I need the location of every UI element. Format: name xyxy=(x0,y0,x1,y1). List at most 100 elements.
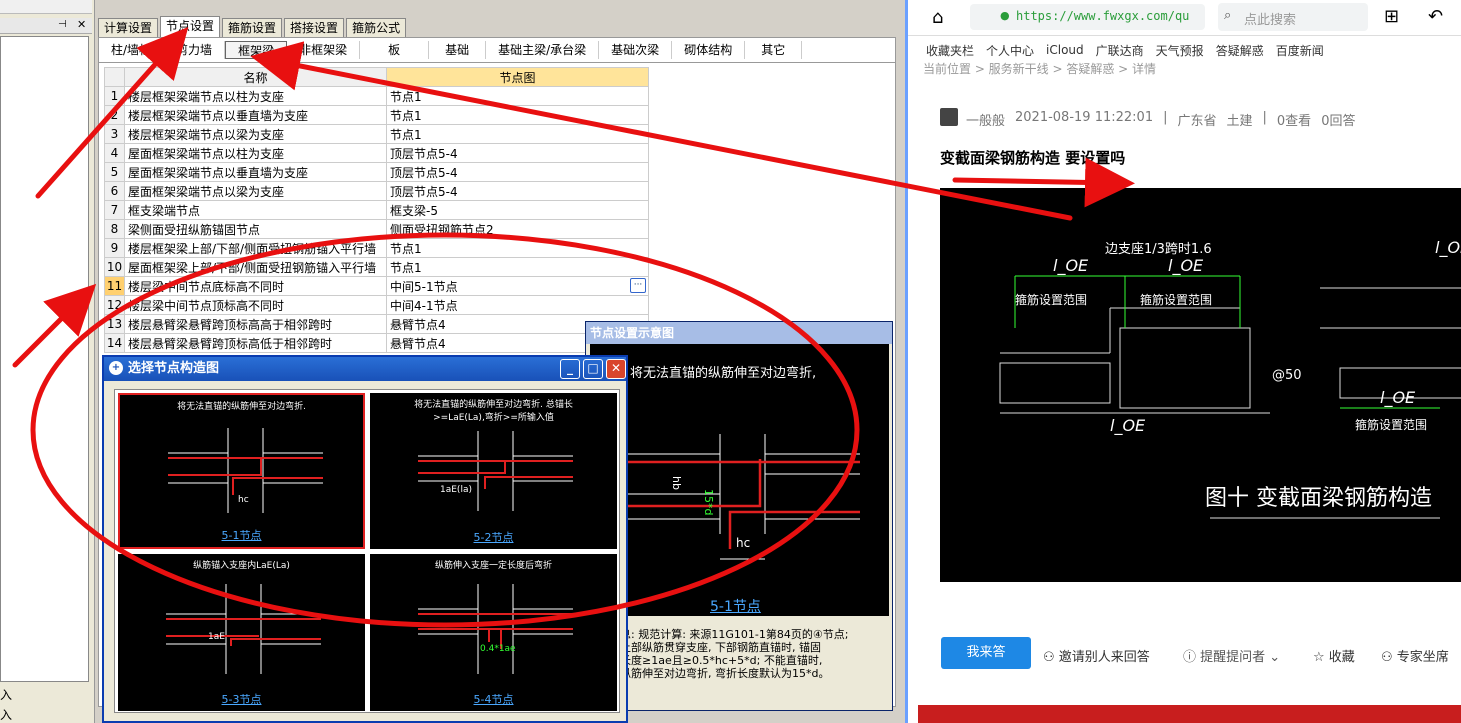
row-diagram-value[interactable]: 节点1 xyxy=(386,257,649,277)
table-row[interactable]: 3 楼层框架梁端节点以梁为支座 节点1 xyxy=(104,124,649,144)
node-option-5-1[interactable]: 将无法直锚的纵筋伸至对边弯折. hc 5-1节点 xyxy=(118,393,365,549)
table-row[interactable]: 4 屋面框架梁端节点以柱为支座 顶层节点5-4 xyxy=(104,143,649,163)
row-diagram-value[interactable]: 节点1 xyxy=(386,105,649,125)
node-option-5-2[interactable]: 将无法直锚的纵筋伸至对边弯折. 总锚长>=LaE(La),弯折>=所输入值 1a… xyxy=(370,393,617,549)
row-diagram-value[interactable]: 顶层节点5-4 xyxy=(386,162,649,182)
preview-note-line-1: 息: 规范计算: 来源11G101-1第84页的④节点; xyxy=(620,628,849,641)
post-drawing-image[interactable]: 边支座1/3跨时1.6 l_OE l_OE 箍筋设置范围 箍筋设置范围 @50 … xyxy=(940,188,1461,582)
subtab-foundation-secondary-beam[interactable]: 基础次梁 xyxy=(599,41,673,59)
table-row[interactable]: 7 框支梁端节点 框支梁-5 xyxy=(104,200,649,220)
undo-icon[interactable]: ↶ xyxy=(1428,6,1443,27)
table-row[interactable]: 14 楼层悬臂梁悬臂跨顶标高低于相邻跨时 悬臂节点4 xyxy=(104,333,649,353)
left-footer-1: 入 xyxy=(0,688,13,702)
lock-icon: ● xyxy=(1000,9,1010,22)
left-toolbar xyxy=(0,0,92,14)
tab-node-settings[interactable]: 节点设置 xyxy=(160,16,221,38)
tab-stirrup-formula[interactable]: 箍筋公式 xyxy=(346,18,407,38)
subtab-non-frame-beam[interactable]: 非框架梁 xyxy=(287,41,361,59)
bottom-banner[interactable] xyxy=(918,705,1461,723)
pin-icon[interactable]: ⊣ xyxy=(58,19,67,30)
table-row[interactable]: 6 屋面框架梁端节点以梁为支座 顶层节点5-4 xyxy=(104,181,649,201)
minimize-icon[interactable]: _ xyxy=(560,359,580,379)
grid-apps-icon[interactable]: ⊞ xyxy=(1384,6,1399,27)
answer-button[interactable]: 我来答 xyxy=(941,637,1031,669)
maximize-icon[interactable]: □ xyxy=(583,359,603,379)
row-diagram-text: 侧面受扭钢筋节点2 xyxy=(390,222,494,237)
subtab-foundation[interactable]: 基础 xyxy=(429,41,487,59)
ellipsis-button[interactable]: ··· xyxy=(630,278,646,293)
row-number: 5 xyxy=(104,162,125,182)
left-tree-panel: 置 ⊣ ✕ 入 入 xyxy=(0,0,95,723)
collect-link[interactable]: ☆ 收藏 xyxy=(1313,646,1355,665)
table-row[interactable]: 2 楼层框架梁端节点以垂直墙为支座 节点1 xyxy=(104,105,649,125)
bookmark-personal[interactable]: 个人中心 xyxy=(986,42,1034,59)
option-caption[interactable]: 5-3节点 xyxy=(118,691,365,707)
table-row[interactable]: 10 屋面框架梁上部/下部/侧面受扭钢筋锚入平行墙 节点1 xyxy=(104,257,649,277)
left-footer-2: 入 xyxy=(0,708,13,722)
avatar[interactable] xyxy=(940,108,958,126)
tab-calc-settings[interactable]: 计算设置 xyxy=(98,18,159,38)
row-diagram-text: 顶层节点5-4 xyxy=(390,184,458,199)
row-name: 屋面框架梁上部/下部/侧面受扭钢筋锚入平行墙 xyxy=(124,257,387,277)
table-row[interactable]: 9 楼层框架梁上部/下部/侧面受扭钢筋锚入平行墙 节点1 xyxy=(104,238,649,258)
option-drawing xyxy=(418,431,573,511)
bookmark-weather[interactable]: 天气预报 xyxy=(1156,42,1204,59)
row-diagram-value[interactable]: 节点1 xyxy=(386,124,649,144)
address-bar[interactable]: ● https://www.fwxgx.com/qu xyxy=(970,4,1205,30)
drawing-range-1: 箍筋设置范围 xyxy=(1015,293,1088,307)
invite-answer-link[interactable]: ⚇ 邀请别人来回答 xyxy=(1043,646,1150,665)
browser-window: ⌂ ● https://www.fwxgx.com/qu ⌕ 点此搜索 ⊞ ↶ … xyxy=(905,0,1461,723)
bookmark-favorites[interactable]: 收藏夹栏 xyxy=(926,42,974,59)
subtab-other[interactable]: 其它 xyxy=(745,41,803,59)
tab-lap-settings[interactable]: 搭接设置 xyxy=(284,18,345,38)
author-name[interactable]: 一般般 xyxy=(966,110,1005,129)
post-date: 2021-08-19 11:22:01 xyxy=(1015,110,1154,125)
node-option-5-3[interactable]: 纵筋锚入支座内LaE(La) 1aE 5-3节点 xyxy=(118,554,365,711)
tab-stirrup-settings[interactable]: 箍筋设置 xyxy=(222,18,283,38)
subtab-column[interactable]: 柱/墙柱 xyxy=(99,41,165,59)
subtab-masonry[interactable]: 砌体结构 xyxy=(672,41,746,59)
row-diagram-value[interactable]: 节点1 xyxy=(386,86,649,106)
close-icon[interactable]: ✕ xyxy=(77,18,86,31)
table-row[interactable]: 5 屋面框架梁端节点以垂直墙为支座 顶层节点5-4 xyxy=(104,162,649,182)
post-region: 广东省 xyxy=(1177,114,1217,129)
subtab-foundation-main-beam[interactable]: 基础主梁/承台梁 xyxy=(486,41,600,59)
subtab-shear-wall[interactable]: 剪力墙 xyxy=(164,41,226,59)
row-diagram-value[interactable]: 中间4-1节点 xyxy=(386,295,649,315)
bookmark-icloud[interactable]: iCloud xyxy=(1046,43,1084,57)
drawing-range-2: 箍筋设置范围 xyxy=(1140,293,1213,307)
subtab-slab[interactable]: 板 xyxy=(360,41,430,59)
left-panel-header: 置 ⊣ ✕ xyxy=(0,18,92,56)
option-caption[interactable]: 5-4节点 xyxy=(370,691,617,707)
bookmark-glodon[interactable]: 广联达商 xyxy=(1096,42,1144,59)
row-diagram-value[interactable]: 节点1 xyxy=(386,238,649,258)
row-diagram-text: 中间5-1节点 xyxy=(390,279,458,294)
table-row[interactable]: 13 楼层悬臂梁悬臂跨顶标高高于相邻跨时 悬臂节点4 xyxy=(104,314,649,334)
tree-view[interactable] xyxy=(0,36,89,682)
row-number: 4 xyxy=(104,143,125,163)
row-number: 2 xyxy=(104,105,125,125)
row-diagram-value[interactable]: 顶层节点5-4 xyxy=(386,143,649,163)
table-row[interactable]: 8 梁侧面受扭纵筋锚固节点 侧面受扭钢筋节点2 xyxy=(104,219,649,239)
node-option-5-4[interactable]: 纵筋伸入支座一定长度后弯折 0.4*1ae 5-4节点 xyxy=(370,554,617,711)
row-diagram-text: 节点1 xyxy=(390,89,422,104)
subtab-frame-beam[interactable]: 框架梁 xyxy=(225,41,288,59)
row-diagram-value[interactable]: 中间5-1节点 ··· xyxy=(386,276,649,296)
row-name: 梁侧面受扭纵筋锚固节点 xyxy=(124,219,387,239)
row-diagram-value[interactable]: 顶层节点5-4 xyxy=(386,181,649,201)
option-caption[interactable]: 5-1节点 xyxy=(120,527,363,543)
preview-note-line-2: 上部纵筋贯穿支座, 下部钢筋直锚时, 锚固 xyxy=(620,641,821,654)
home-icon[interactable]: ⌂ xyxy=(932,7,943,28)
table-row[interactable]: 11 楼层梁中间节点底标高不同时 中间5-1节点 ··· xyxy=(104,276,649,296)
row-diagram-value[interactable]: 侧面受扭钢筋节点2 xyxy=(386,219,649,239)
bookmark-qa[interactable]: 答疑解惑 xyxy=(1216,42,1264,59)
expert-link[interactable]: ⚇ 专家坐席 xyxy=(1381,646,1449,665)
close-icon[interactable]: ✕ xyxy=(606,359,626,379)
row-diagram-value[interactable]: 框支梁-5 xyxy=(386,200,649,220)
remind-asker-link[interactable]: ⓘ 提醒提问者 ⌄ xyxy=(1183,646,1280,665)
search-box[interactable]: ⌕ 点此搜索 xyxy=(1218,3,1368,31)
table-row[interactable]: 1 楼层框架梁端节点以柱为支座 节点1 xyxy=(104,86,649,106)
table-row[interactable]: 12 楼层梁中间节点顶标高不同时 中间4-1节点 xyxy=(104,295,649,315)
option-caption[interactable]: 5-2节点 xyxy=(370,529,617,545)
bookmark-baidu-news[interactable]: 百度新闻 xyxy=(1276,42,1324,59)
